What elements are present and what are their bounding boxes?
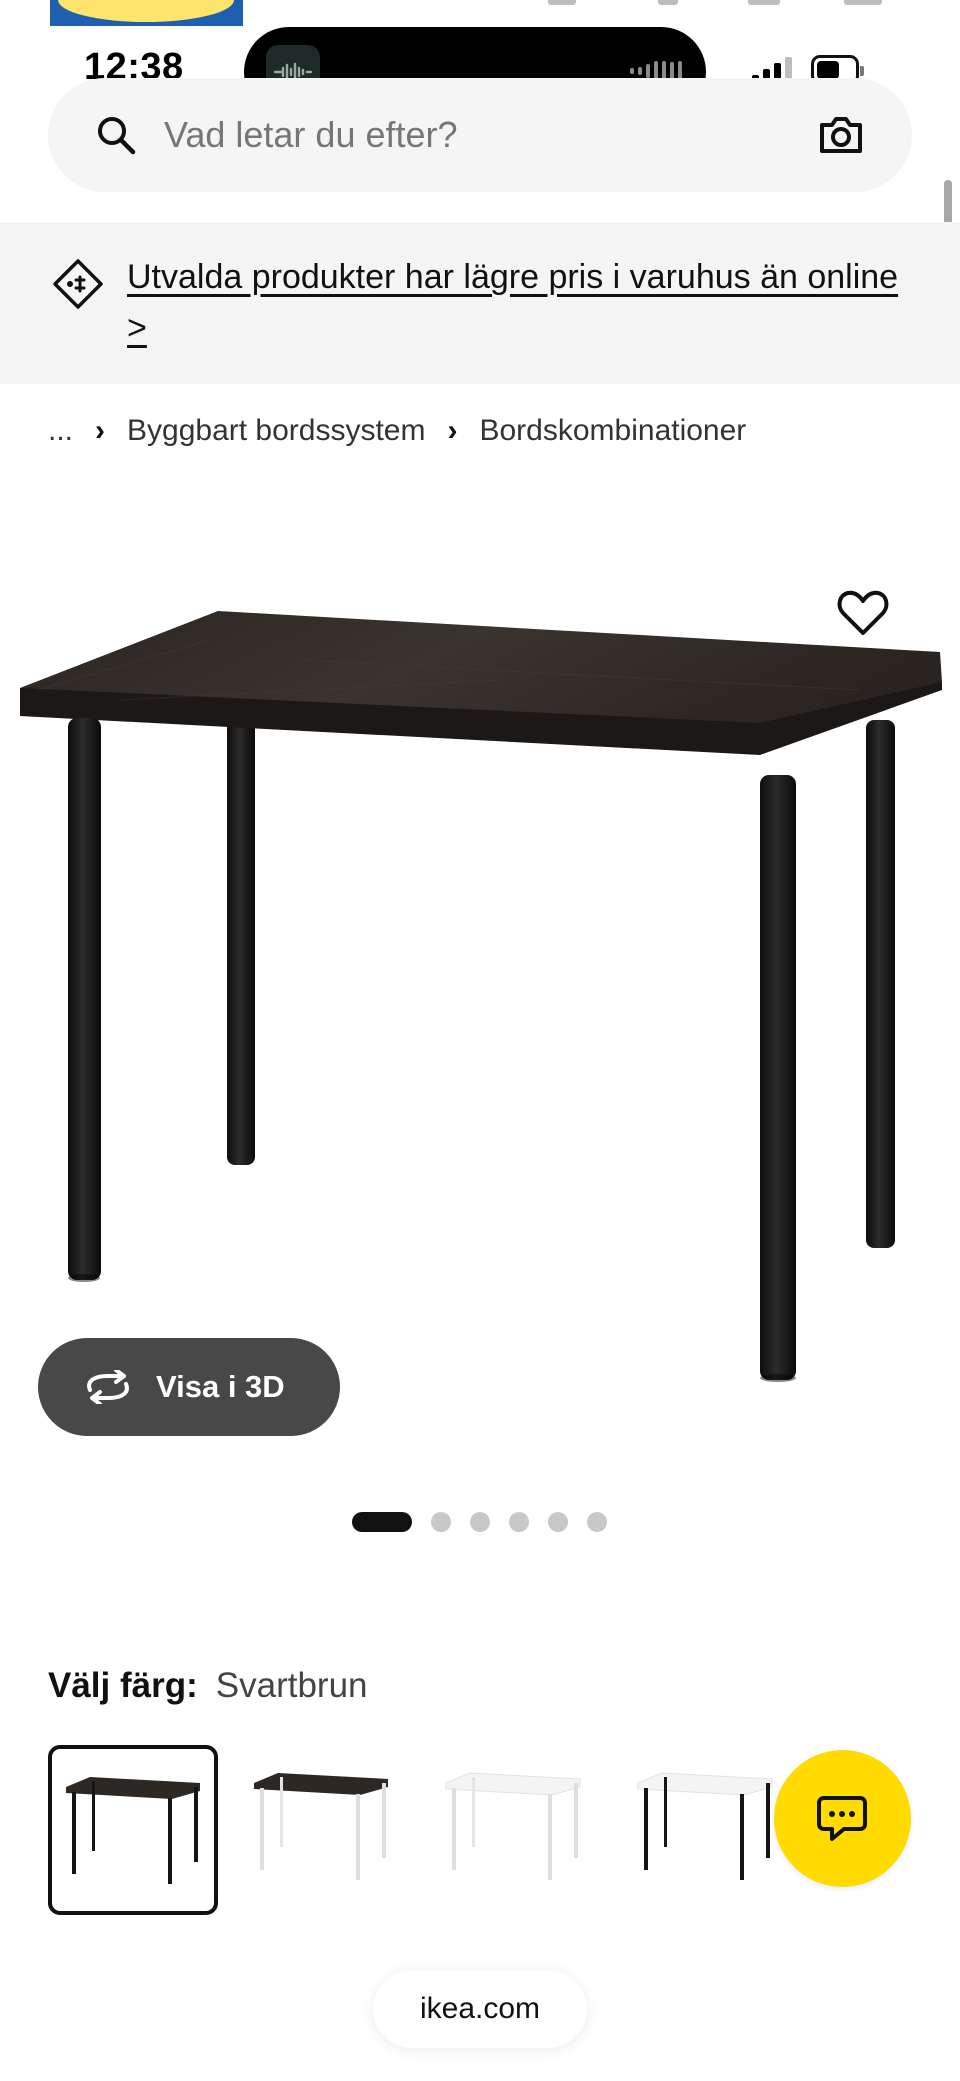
breadcrumb-ellipsis[interactable]: ...: [48, 414, 73, 448]
table-thumbnail: [66, 1777, 200, 1884]
carousel-dot[interactable]: [587, 1512, 607, 1532]
color-option-white[interactable]: [432, 1745, 602, 1915]
view-in-3d-button[interactable]: Visa i 3D: [38, 1338, 340, 1436]
carousel-dot[interactable]: [548, 1512, 568, 1532]
header-icon-peek: [844, 0, 882, 5]
view-in-3d-label: Visa i 3D: [156, 1369, 285, 1404]
rotate-3d-icon: [87, 1370, 129, 1404]
color-option-white-black[interactable]: [624, 1745, 794, 1915]
color-label: Välj färg:: [48, 1666, 198, 1705]
search-input[interactable]: [164, 106, 724, 164]
page: 12:38 Utvalda produkter har lägre: [0, 0, 960, 2081]
product-image[interactable]: [0, 560, 960, 1440]
chevron-right-icon: ›: [95, 414, 106, 447]
table-thumbnail: [637, 1772, 773, 1880]
header-icon-peek: [748, 0, 780, 5]
camera-search-icon[interactable]: [818, 113, 864, 157]
image-carousel-indicator[interactable]: [352, 1512, 607, 1532]
table-thumbnail: [445, 1772, 581, 1880]
color-option-black-brown-white[interactable]: [240, 1745, 410, 1915]
search-bar: [48, 78, 912, 192]
ikea-logo[interactable]: [50, 0, 243, 26]
selected-color-value: Svartbrun: [215, 1666, 368, 1705]
search-icon: [98, 117, 136, 155]
color-option-black-brown[interactable]: [48, 1745, 218, 1915]
header-icon-peek: [658, 0, 678, 5]
price-tag-icon: [53, 259, 103, 309]
carousel-dot[interactable]: [352, 1512, 412, 1532]
carousel-dot[interactable]: [509, 1512, 529, 1532]
carousel-dot[interactable]: [470, 1512, 490, 1532]
breadcrumb-item-bordskombinationer[interactable]: Bordskombinationer: [479, 414, 746, 448]
table-thumbnail: [254, 1773, 388, 1880]
chat-button[interactable]: [774, 1750, 911, 1887]
chevron-right-icon: ›: [447, 414, 458, 447]
header-icon-peek: [548, 0, 576, 5]
promo-link[interactable]: Utvalda produkter har lägre pris i varuh…: [127, 252, 907, 354]
color-selector-heading: Välj färg: Svartbrun: [48, 1666, 368, 1706]
breadcrumb-item-byggbart-bordssystem[interactable]: Byggbart bordssystem: [127, 414, 425, 448]
browser-url-pill[interactable]: ikea.com: [373, 1970, 587, 2048]
carousel-dot[interactable]: [431, 1512, 451, 1532]
favorite-heart-icon[interactable]: [835, 585, 891, 641]
chat-bubble-icon: [817, 1796, 867, 1841]
breadcrumb: ... › Byggbart bordssystem › Bordskombin…: [48, 414, 746, 448]
